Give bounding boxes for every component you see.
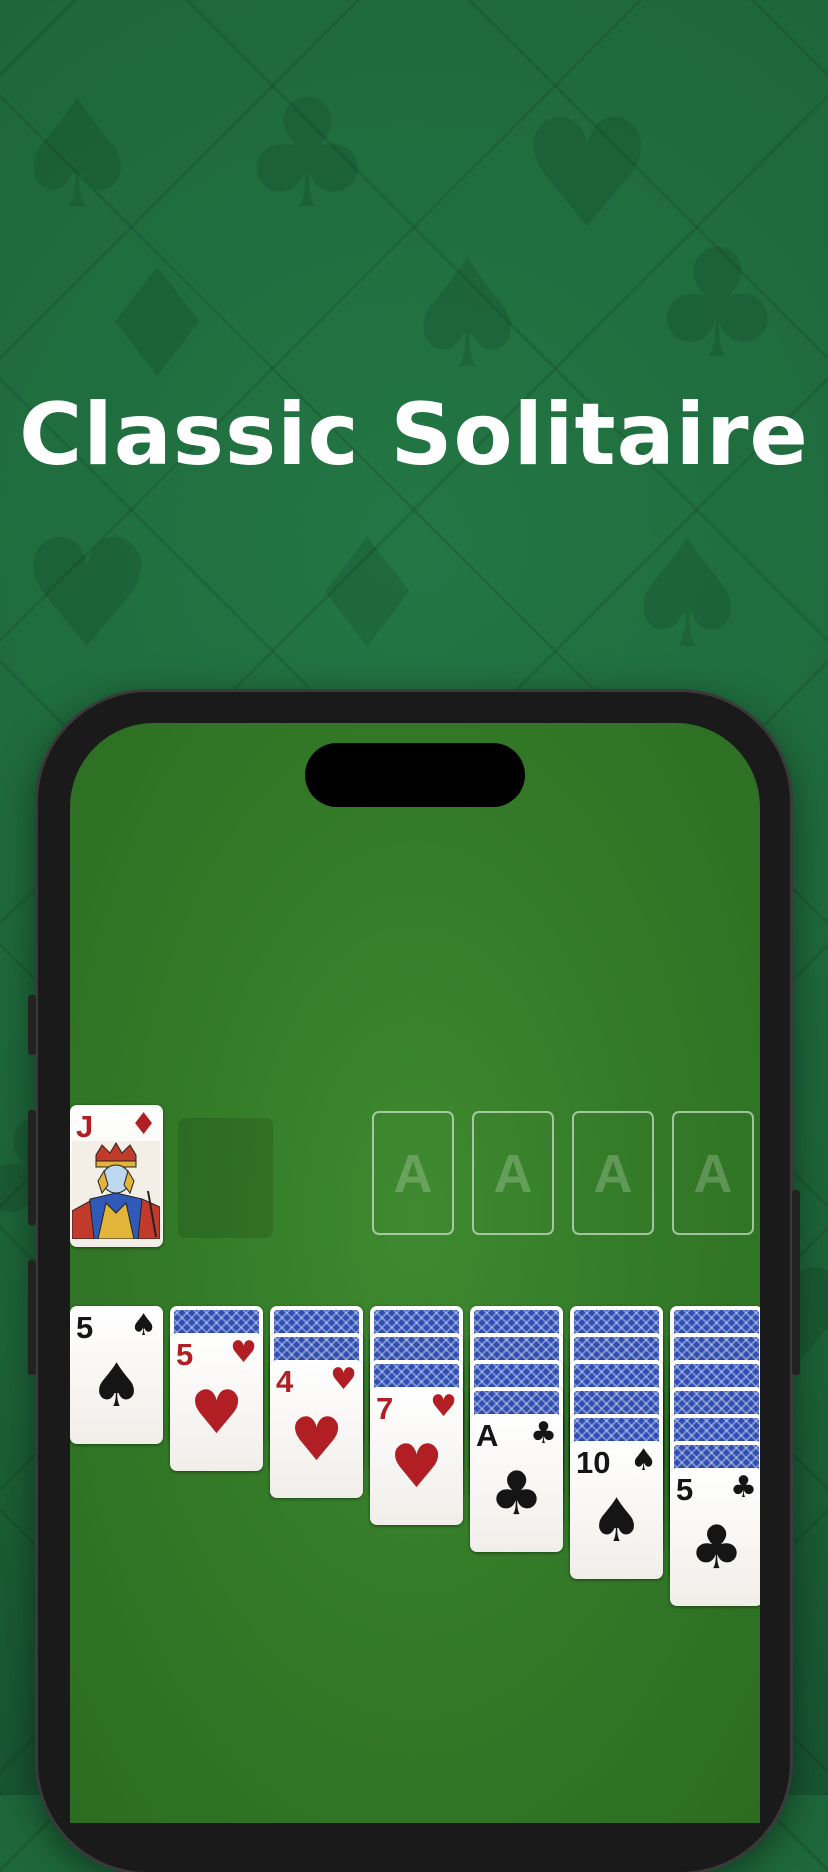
foundation-slot-3[interactable]: A [572,1111,654,1235]
foundation-label: A [493,1144,533,1204]
empty-waste-slot[interactable] [178,1118,273,1238]
spade-icon: ♠ [630,1443,657,1478]
waste-card[interactable]: J ♦ [70,1105,163,1247]
background-spade-icon: ♠ [10,68,145,242]
foundation-slot-4[interactable]: A [672,1111,754,1235]
heart-icon: ♥ [230,1335,257,1370]
club-icon: ♣ [730,1470,757,1505]
background-diamond-icon: ♦ [300,508,435,682]
heart-icon: ♥ [430,1389,457,1424]
phone-volume-up-button [28,1110,36,1225]
tableau-card-7[interactable]: 5 ♣ ♣ [670,1468,760,1606]
foundation-slot-2[interactable]: A [472,1111,554,1235]
background-club-icon: ♣ [240,68,375,242]
foundation-label: A [693,1144,733,1204]
diamond-icon: ♦ [130,1107,157,1142]
card-rank: 7 [376,1391,394,1426]
game-screen: J ♦ A A A A 5 ♠ ♠ 5 ♥ ♥ 4 ♥ ♥ 7 ♥ ♥ A ♣ ♣ 10 ♠ ♠ 5 ♣ ♣ [70,723,760,1823]
spade-large-icon: ♠ [589,1486,644,1556]
heart-large-icon: ♥ [389,1432,444,1502]
foundation-slot-1[interactable]: A [372,1111,454,1235]
card-rank: 4 [276,1364,294,1399]
card-rank: 10 [576,1445,611,1480]
background-spade-icon: ♠ [620,508,755,682]
club-icon: ♣ [530,1416,557,1451]
waste-card-rank: J [76,1109,94,1144]
tableau-card-6[interactable]: 10 ♠ ♠ [570,1441,663,1579]
heart-large-icon: ♥ [189,1378,244,1448]
club-large-icon: ♣ [689,1513,744,1583]
background-heart-icon: ♥ [20,508,155,682]
tableau-card-3[interactable]: 4 ♥ ♥ [270,1360,363,1498]
dynamic-island [305,743,525,807]
tableau-card-1[interactable]: 5 ♠ ♠ [70,1306,163,1444]
card-rank: 5 [176,1337,194,1372]
background-spade-icon: ♠ [400,228,535,402]
heart-icon: ♥ [330,1362,357,1397]
card-rank: A [476,1418,499,1453]
tableau-card-4[interactable]: 7 ♥ ♥ [370,1387,463,1525]
foundation-label: A [593,1144,633,1204]
club-large-icon: ♣ [489,1459,544,1529]
heart-large-icon: ♥ [289,1405,344,1475]
spade-large-icon: ♠ [89,1351,144,1421]
spade-icon: ♠ [130,1308,157,1343]
phone-side-button [28,995,36,1055]
card-rank: 5 [76,1310,94,1345]
background-club-icon: ♣ [650,218,785,392]
foundation-label: A [393,1144,433,1204]
tableau-card-2[interactable]: 5 ♥ ♥ [170,1333,263,1471]
background-heart-icon: ♥ [520,88,655,262]
tableau-card-5[interactable]: A ♣ ♣ [470,1414,563,1552]
headline: Classic Solitaire [19,385,809,485]
card-rank: 5 [676,1472,694,1507]
background-diamond-icon: ♦ [90,238,225,412]
phone-volume-down-button [28,1260,36,1375]
jack-portrait-icon [72,1141,160,1239]
phone-power-button [792,1190,800,1375]
